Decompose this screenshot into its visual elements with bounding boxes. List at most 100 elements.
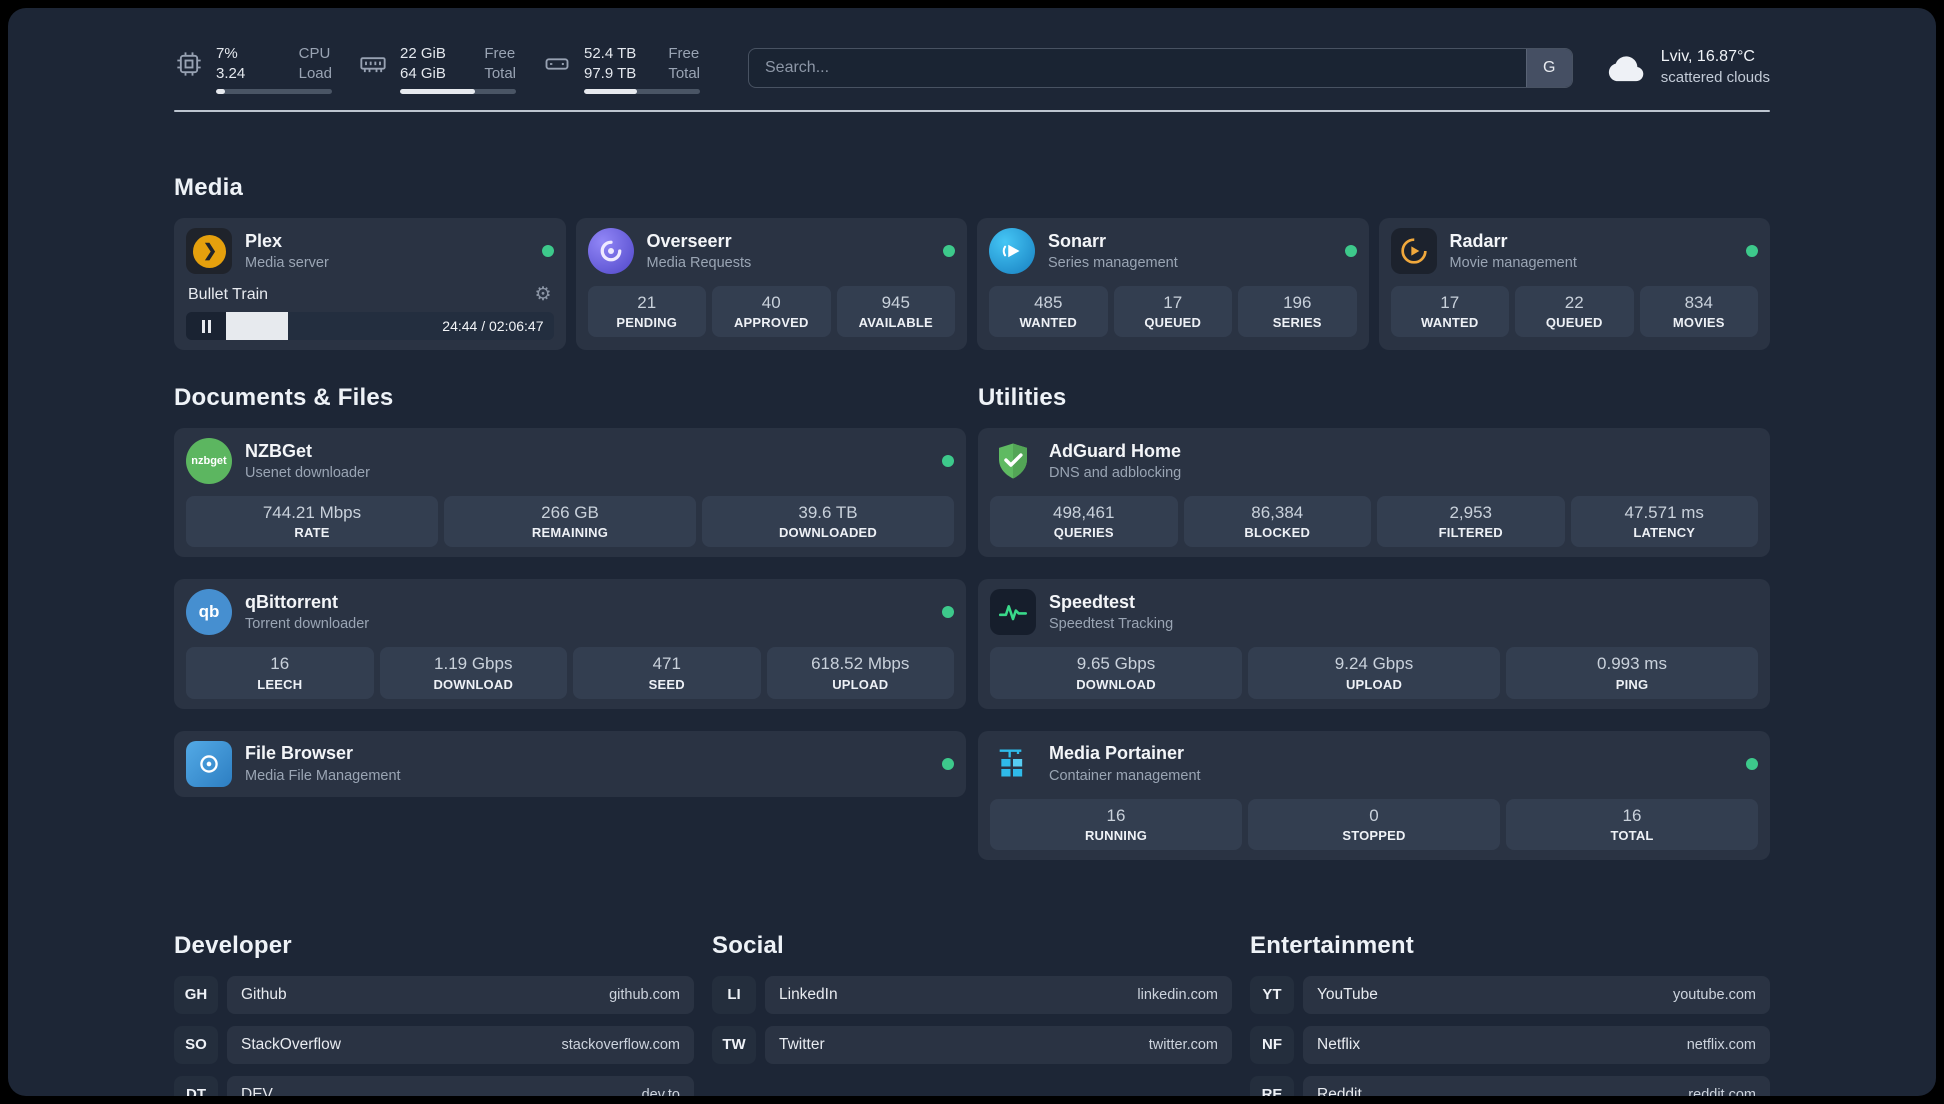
stat-label: QUEUED [1545,315,1603,331]
bookmark-abbr: SO [174,1025,218,1064]
service-subtitle: Movie management [1449,255,1577,272]
weather-widget: Lviv, 16.87°C scattered clouds [1603,46,1770,88]
stat-tile: 21 PENDING [587,286,706,338]
disk-free-value: 52.4 TB [584,45,637,62]
service-card-nzbget[interactable]: nzbget NZBGet Usenet downloader 744.21 M… [174,428,966,558]
bookmark-linkedin[interactable]: LI LinkedIn linkedin.com [712,975,1232,1014]
stat-value: 9.24 Gbps [1334,654,1414,674]
bookmark-name: YouTube [1317,985,1378,1003]
stat-label: WANTED [1420,315,1479,331]
filebrowser-icon [186,740,232,787]
bookmark-netflix[interactable]: NF Netflix netflix.com [1250,1025,1770,1064]
dashboard-page: 7% 3.24 CPU Load 22 GiB 64 GiB Free Tota… [8,8,1936,1096]
bookmark-name: Netflix [1317,1035,1361,1053]
top-bar: 7% 3.24 CPU Load 22 GiB 64 GiB Free Tota… [174,44,1770,94]
status-dot [943,245,955,257]
stat-value: 0.993 ms [1597,654,1667,674]
service-name: NZBGet [245,440,312,461]
stat-label: DOWNLOAD [433,676,514,692]
memory-free-value: 22 GiB [400,45,446,62]
status-dot [942,606,954,619]
stat-tile: 485 WANTED [989,286,1108,338]
sonarr-icon [989,228,1035,274]
player-progress: 24:44 / 02:06:47 [186,312,554,340]
adguard-icon [990,438,1036,484]
service-card-qbittorrent[interactable]: qb qBittorrent Torrent downloader 16 LEE… [174,579,966,709]
stat-value: 16 [270,654,290,674]
stat-value: 86,384 [1251,503,1304,522]
search-provider-button[interactable]: G [1525,49,1572,87]
weather-condition: scattered clouds [1660,68,1770,86]
bookmark-youtube[interactable]: YT YouTube youtube.com [1250,975,1770,1014]
service-card-plex[interactable]: ❯ Plex Media server Bullet Train ⚙ 24:44… [174,218,566,350]
disk-progress-bar [584,89,700,94]
service-name: AdGuard Home [1049,440,1182,461]
stat-value: 498,461 [1053,503,1115,522]
section-social: Social LI LinkedIn linkedin.com TW Twitt… [712,932,1232,1076]
plex-icon: ❯ [186,228,232,274]
nzbget-icon: nzbget [186,438,232,484]
search-input[interactable] [749,49,1526,87]
stat-label: PING [1615,676,1649,692]
bookmark-abbr: LI [712,975,756,1014]
disk-widget: 52.4 TB 97.9 TB Free Total [542,44,700,94]
service-card-portainer[interactable]: Media Portainer Container management 16 … [978,730,1770,860]
cloud-icon [1603,49,1649,85]
service-card-overseerr[interactable]: Overseerr Media Requests 21 PENDING 40 A… [575,218,967,350]
player-progress-bar[interactable]: 24:44 / 02:06:47 [226,312,554,340]
stat-tile: 498,461 QUERIES [990,496,1178,548]
stat-label: AVAILABLE [858,315,933,331]
stat-label: QUEUED [1144,315,1202,331]
service-name: Speedtest [1049,591,1136,612]
bookmark-twitter[interactable]: TW Twitter twitter.com [712,1025,1232,1064]
bookmark-stackoverflow[interactable]: SO StackOverflow stackoverflow.com [174,1025,694,1064]
bookmark-url: twitter.com [1148,1036,1218,1053]
bookmark-name: LinkedIn [779,985,838,1003]
bookmark-abbr: RE [1250,1075,1294,1096]
player-time: 24:44 / 02:06:47 [442,318,544,334]
service-card-sonarr[interactable]: Sonarr Series management 485 WANTED 17 Q… [977,218,1369,350]
bookmark-abbr: NF [1250,1025,1294,1064]
stat-tile: 744.21 Mbps RATE [186,496,438,548]
bookmark-reddit[interactable]: RE Reddit reddit.com [1250,1075,1770,1096]
service-subtitle: Torrent downloader [245,616,370,633]
service-subtitle: Series management [1048,255,1178,272]
stat-value: 196 [1283,293,1312,312]
service-card-filebrowser[interactable]: File Browser Media File Management [174,730,966,797]
stat-value: 17 [1163,293,1183,312]
pause-button[interactable] [186,312,226,340]
stat-label: STOPPED [1342,827,1406,843]
qbittorrent-icon: qb [186,589,232,636]
service-subtitle: Speedtest Tracking [1049,616,1174,633]
service-card-speedtest[interactable]: Speedtest Speedtest Tracking 9.65 Gbps D… [978,579,1770,709]
bookmark-abbr: YT [1250,975,1294,1014]
bookmark-url: youtube.com [1672,986,1756,1003]
bookmark-abbr: DT [174,1075,218,1096]
bookmark-url: reddit.com [1688,1086,1756,1096]
stat-tile: 17 QUEUED [1113,286,1232,338]
service-name: File Browser [245,743,354,764]
bookmark-name: Twitter [779,1035,825,1053]
bookmark-dev[interactable]: DT DEV dev.to [174,1075,694,1096]
stat-tile: 17 WANTED [1390,286,1509,338]
stat-label: REMAINING [531,525,609,541]
developer-section-title: Developer [174,931,292,959]
stat-label: TOTAL [1610,827,1654,843]
stat-value: 2,953 [1449,503,1493,522]
service-card-radarr[interactable]: Radarr Movie management 17 WANTED 22 QUE… [1378,218,1770,350]
stat-label: BLOCKED [1244,525,1311,541]
bookmark-github[interactable]: GH Github github.com [174,975,694,1014]
gear-icon[interactable]: ⚙ [534,285,551,304]
stat-tile: 945 AVAILABLE [836,286,955,338]
stat-value: 39.6 TB [798,503,858,522]
stat-value: 0 [1369,805,1379,825]
stat-value: 834 [1684,293,1713,312]
bookmark-url: github.com [609,986,680,1003]
cpu-usage: 7% [216,45,238,62]
cpu-label-top: CPU [298,45,331,62]
service-name: qBittorrent [245,591,338,612]
social-section-title: Social [712,931,784,959]
service-card-adguard[interactable]: AdGuard Home DNS and adblocking 498,461 … [978,428,1770,558]
cpu-icon [174,49,204,79]
bookmark-name: StackOverflow [241,1035,341,1053]
